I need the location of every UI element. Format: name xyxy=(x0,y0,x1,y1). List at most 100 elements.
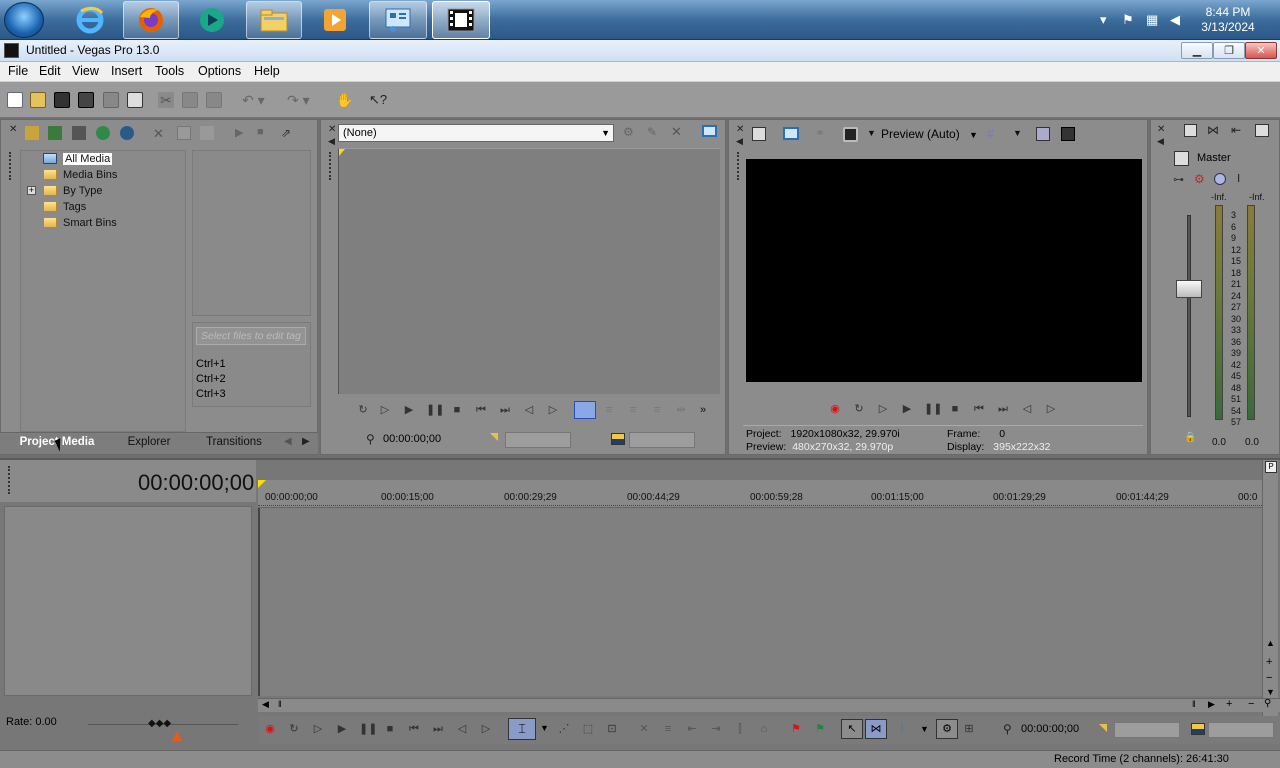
tree-item-by-type[interactable]: By Type xyxy=(43,183,103,198)
preview-quality-dropdown[interactable]: Preview (Auto) ▼ xyxy=(881,127,978,141)
trim-icon[interactable]: ≡ xyxy=(661,722,675,736)
tree-item-smart-bins[interactable]: Smart Bins xyxy=(43,215,117,230)
pan-icon[interactable]: ⊶ xyxy=(1173,173,1184,186)
lock-events-icon[interactable]: ⌂ xyxy=(757,722,771,736)
insert-marker-icon[interactable]: ⚑ xyxy=(789,722,803,736)
trimmer-monitor-icon[interactable] xyxy=(702,125,717,137)
media-generators-icon[interactable] xyxy=(200,126,214,140)
properties-icon[interactable] xyxy=(127,92,143,108)
copy-snapshot-icon[interactable] xyxy=(1036,127,1050,141)
stop-preview-icon[interactable]: ■ xyxy=(257,126,264,138)
stop-icon[interactable]: ■ xyxy=(450,403,464,417)
split-icon[interactable]: ⫿ xyxy=(733,722,747,736)
timeline-bottom-timecode[interactable]: 00:00:00;00 xyxy=(1018,722,1088,738)
tray-expand-icon[interactable]: ▾ xyxy=(1100,12,1107,28)
play-from-start-icon[interactable]: ▷ xyxy=(311,722,325,736)
pause-icon[interactable]: ❚❚ xyxy=(426,403,444,417)
rate-slider-handle[interactable]: ◆◆◆ xyxy=(148,718,171,729)
media-list-area[interactable] xyxy=(192,150,311,316)
trimmer-clear-icon[interactable]: ✕ xyxy=(671,124,682,140)
ignore-event-grouping-icon[interactable]: ⊞ xyxy=(962,722,976,736)
panel-close-icon[interactable]: ✕ xyxy=(1157,124,1165,135)
tab-explorer[interactable]: Explorer xyxy=(113,434,185,452)
menu-insert[interactable]: Insert xyxy=(111,64,142,78)
preview-video-screen[interactable] xyxy=(746,159,1142,382)
minimize-button[interactable]: ▁ xyxy=(1181,42,1213,59)
next-frame-icon[interactable]: ▷ xyxy=(546,403,560,417)
scroll-right-icon[interactable]: ▶ xyxy=(1208,699,1215,710)
dim-output-icon[interactable]: ⇤ xyxy=(1231,123,1241,137)
panel-collapse-icon[interactable]: ◀ xyxy=(736,136,743,147)
play-icon[interactable]: ▶ xyxy=(335,722,349,736)
lock-envelopes-icon[interactable]: ⚙ xyxy=(936,719,958,739)
delete-icon[interactable]: ✕ xyxy=(637,722,651,736)
scroll-left-icon[interactable]: ◀ xyxy=(262,699,269,710)
zoom-in-icon[interactable]: + xyxy=(1266,656,1272,668)
fit-to-fill-icon[interactable]: ⇹ xyxy=(674,403,688,417)
solo-icon[interactable]: Ⅰ xyxy=(1237,172,1240,185)
panel-close-icon[interactable]: ✕ xyxy=(736,124,744,135)
previous-frame-icon[interactable]: ◁ xyxy=(1020,402,1034,416)
downmix-icon[interactable]: ⋈ xyxy=(1207,123,1219,137)
pause-icon[interactable]: ❚❚ xyxy=(924,402,942,416)
go-to-end-icon[interactable]: ⏭ xyxy=(498,403,512,417)
timeline-tracks[interactable] xyxy=(258,508,1264,696)
split-screen-icon[interactable] xyxy=(843,127,858,142)
chevron-down-icon[interactable]: ▼ xyxy=(920,724,929,734)
refresh-icon[interactable] xyxy=(96,126,110,140)
menu-edit[interactable]: Edit xyxy=(39,64,61,78)
remove-icon[interactable]: ✕ xyxy=(153,126,164,142)
trimmer-in-field[interactable] xyxy=(505,432,571,448)
media-app-icon[interactable] xyxy=(184,1,240,39)
show-video-icon[interactable] xyxy=(574,401,596,419)
chevron-down-icon[interactable]: ▼ xyxy=(867,128,876,138)
automatic-crossfades-icon[interactable]: ⋈ xyxy=(865,719,887,739)
menu-tools[interactable]: Tools xyxy=(155,64,184,78)
firefox-icon[interactable] xyxy=(123,1,179,39)
tree-item-all-media[interactable]: All Media xyxy=(43,151,113,166)
scroll-thumb-right-icon[interactable]: ‖ xyxy=(1192,699,1196,709)
tab-scroll-right-icon[interactable]: ▶ xyxy=(302,436,310,447)
trimmer-media-dropdown[interactable]: (None) ▼ xyxy=(338,124,614,142)
loop-icon[interactable]: ↻ xyxy=(852,402,866,416)
copy-icon[interactable] xyxy=(182,92,198,108)
open-icon[interactable] xyxy=(30,92,46,108)
stop-icon[interactable]: ■ xyxy=(383,722,397,736)
close-button[interactable]: ✕ xyxy=(1245,42,1277,59)
loop-icon[interactable]: ↻ xyxy=(356,403,370,417)
media-fx-icon[interactable] xyxy=(177,126,191,140)
import-media-icon[interactable] xyxy=(25,126,39,140)
trimmer-display[interactable] xyxy=(338,148,720,394)
panel-close-icon[interactable]: ✕ xyxy=(328,124,336,135)
zoom-out-icon[interactable]: − xyxy=(1266,672,1272,684)
vertical-scrollbar[interactable]: P ▲ + − ▼ xyxy=(1262,460,1278,716)
play-icon[interactable]: ▶ xyxy=(900,402,914,416)
save-snapshot-icon[interactable] xyxy=(1061,127,1075,141)
go-to-start-icon[interactable]: ⏮ xyxy=(407,722,421,736)
record-icon[interactable]: ◉ xyxy=(263,722,277,736)
menu-view[interactable]: View xyxy=(72,64,99,78)
internet-explorer-icon[interactable] xyxy=(62,1,118,39)
menu-help[interactable]: Help xyxy=(254,64,280,78)
volume-muted-icon[interactable]: ◀ xyxy=(1170,12,1180,28)
trimmer-fx-icon[interactable]: ⚙ xyxy=(623,125,634,139)
save-icon[interactable] xyxy=(54,92,70,108)
trimmer-length-field[interactable] xyxy=(629,432,695,448)
clock[interactable]: 8:44 PM 3/13/2024 xyxy=(1198,5,1258,35)
zoom-tool-icon[interactable]: ⚲ xyxy=(1264,698,1271,709)
panel-collapse-icon[interactable]: ◀ xyxy=(328,136,335,147)
media-player-icon[interactable] xyxy=(307,1,363,39)
zoom-out-time-icon[interactable]: − xyxy=(1248,698,1254,710)
expand-toggle-icon[interactable]: + xyxy=(27,186,36,195)
go-to-start-icon[interactable]: ⏮ xyxy=(474,403,488,417)
dock-handle-icon[interactable] xyxy=(737,152,741,180)
play-from-start-icon[interactable]: ▷ xyxy=(378,403,392,417)
whats-this-help-icon[interactable]: ↖? xyxy=(369,92,387,108)
play-from-start-icon[interactable]: ▷ xyxy=(876,402,890,416)
new-project-icon[interactable] xyxy=(7,92,23,108)
trim-start-icon[interactable]: ⇤ xyxy=(685,722,699,736)
zoom-in-time-icon[interactable]: + xyxy=(1226,698,1232,710)
play-icon[interactable]: ▶ xyxy=(402,403,416,417)
views-icon[interactable]: ⇗ xyxy=(281,126,291,140)
tab-transitions[interactable]: Transitions xyxy=(192,434,276,452)
